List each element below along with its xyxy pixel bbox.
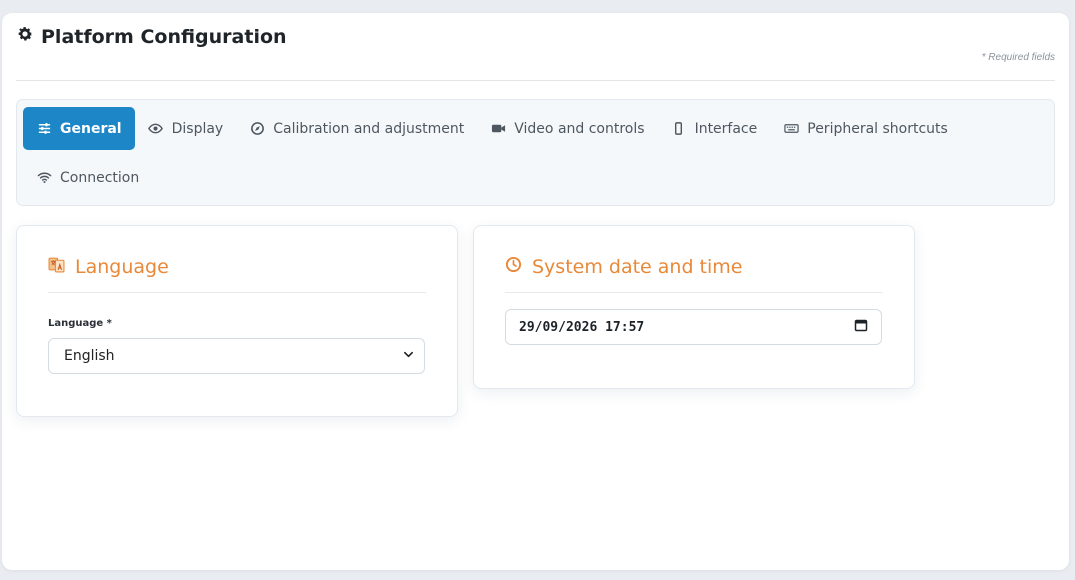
tab-label: Calibration and adjustment — [273, 120, 465, 137]
datetime-card: System date and time 29/09/2026 17:57 — [473, 225, 915, 389]
video-camera-icon — [490, 121, 506, 137]
tab-display[interactable]: Display — [135, 107, 237, 150]
clock-icon — [505, 256, 522, 278]
tab-label: Peripheral shortcuts — [807, 120, 948, 137]
tab-calibration[interactable]: Calibration and adjustment — [236, 107, 477, 150]
gear-icon — [16, 25, 34, 48]
tab-label: Connection — [60, 169, 140, 186]
chevron-down-icon — [403, 348, 414, 364]
datetime-card-title: System date and time — [505, 256, 742, 278]
settings-tabs: General Display Calibration and adjustme… — [16, 99, 1055, 206]
page-title: Platform Configuration — [16, 25, 1055, 48]
language-card: Language Language * English — [16, 225, 458, 417]
tab-label: General — [60, 120, 122, 137]
header: Platform Configuration * Required fields — [16, 25, 1055, 81]
card-divider — [48, 292, 426, 293]
wifi-icon — [36, 170, 52, 186]
tab-video-controls[interactable]: Video and controls — [477, 107, 657, 150]
compass-icon — [249, 121, 265, 137]
tab-connection[interactable]: Connection — [23, 156, 152, 199]
datetime-value: 29/09/2026 17:57 — [519, 319, 645, 335]
language-select-value: English — [64, 348, 115, 364]
language-card-title: Language — [48, 256, 169, 278]
language-field-label: Language * — [48, 318, 112, 329]
datetime-input[interactable]: 29/09/2026 17:57 — [505, 309, 882, 345]
tab-interface[interactable]: Interface — [658, 107, 771, 150]
tab-label: Display — [171, 120, 224, 137]
page-title-text: Platform Configuration — [41, 25, 287, 48]
header-divider — [16, 80, 1055, 81]
language-icon — [48, 256, 65, 278]
required-fields-note: * Required fields — [981, 52, 1055, 63]
mobile-icon — [671, 121, 687, 137]
tab-general[interactable]: General — [23, 107, 135, 150]
tab-peripheral-shortcuts[interactable]: Peripheral shortcuts — [770, 107, 961, 150]
configuration-panel: Platform Configuration * Required fields… — [2, 13, 1069, 570]
calendar-icon[interactable] — [854, 318, 868, 336]
language-select[interactable]: English — [48, 338, 425, 374]
sliders-icon — [36, 121, 52, 137]
tab-label: Interface — [694, 120, 758, 137]
eye-icon — [148, 121, 164, 137]
card-title-text: System date and time — [532, 256, 743, 278]
keyboard-icon — [783, 121, 799, 137]
tab-label: Video and controls — [514, 120, 645, 137]
card-title-text: Language — [75, 256, 169, 278]
card-divider — [505, 292, 883, 293]
